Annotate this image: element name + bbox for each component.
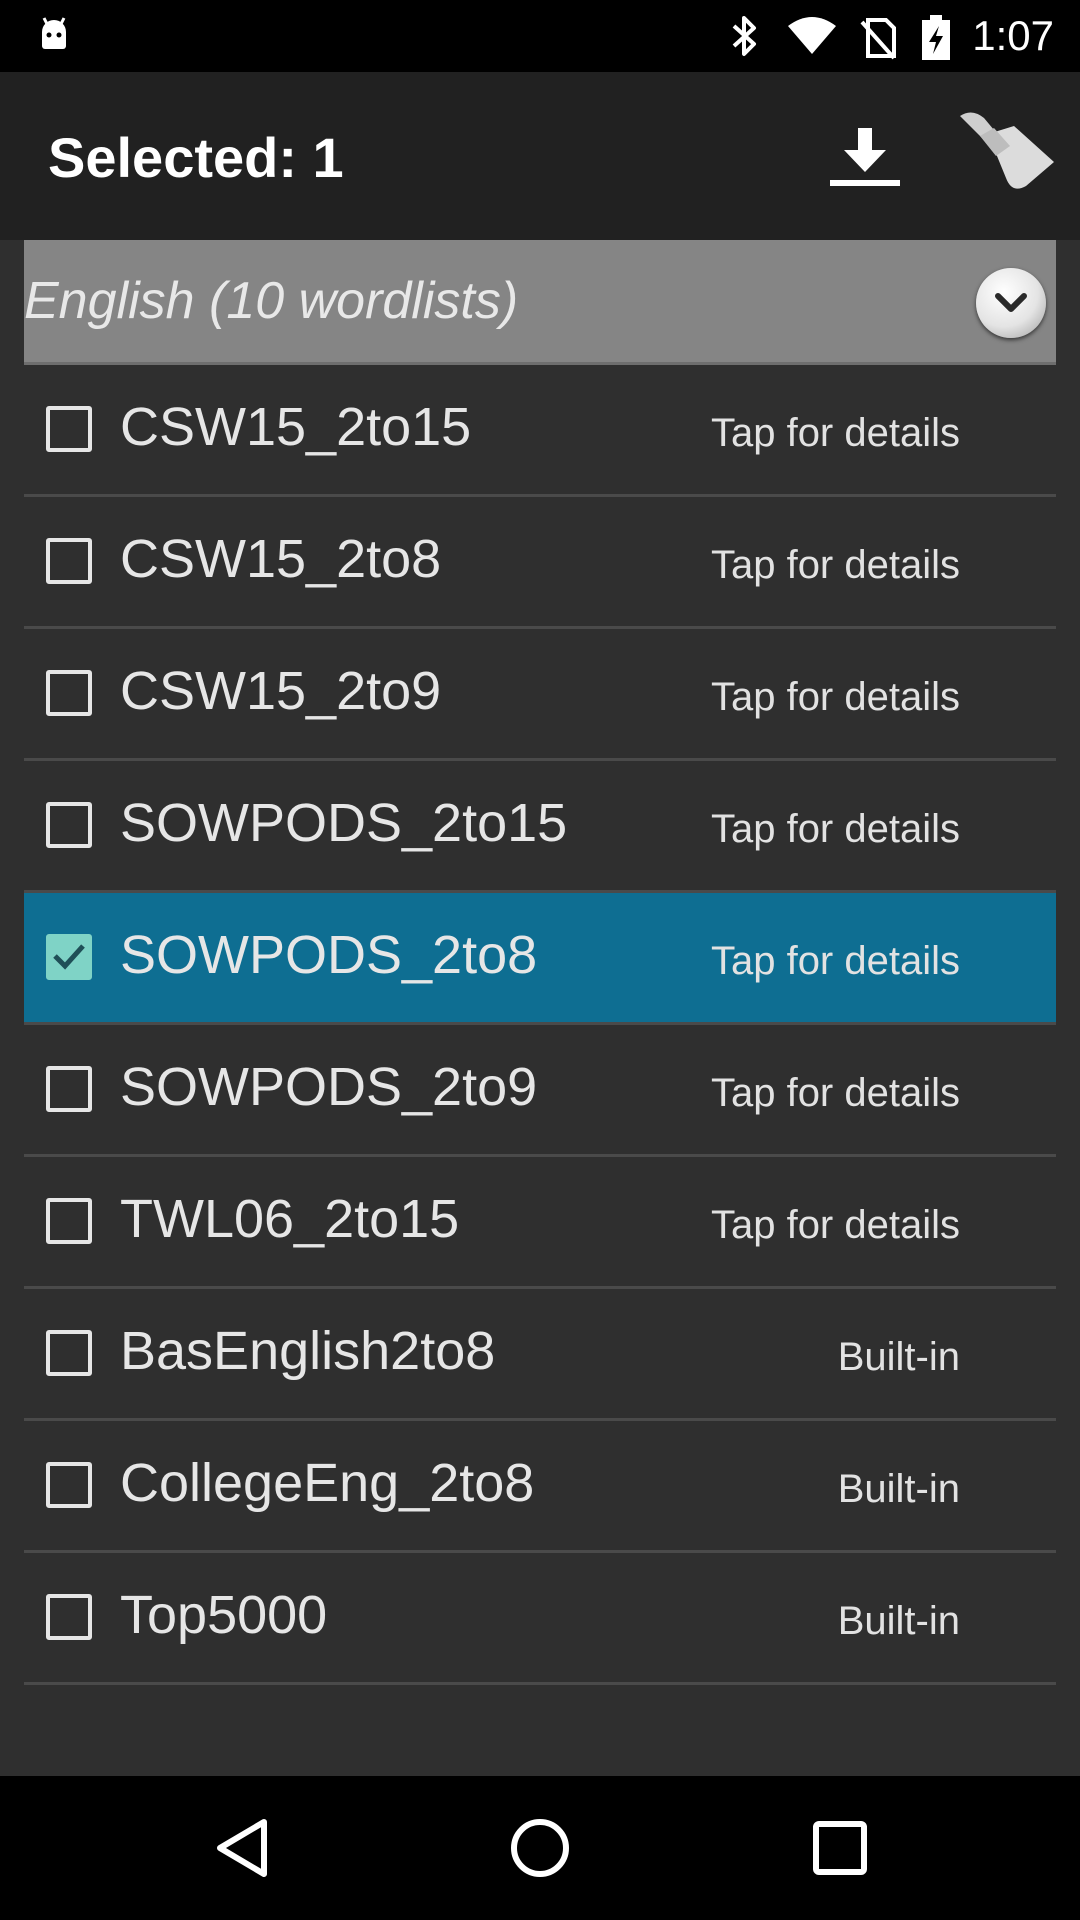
app-bar: Selected: 1 xyxy=(0,72,1080,240)
wordlist-row[interactable]: SOWPODS_2to15 Tap for details xyxy=(24,761,1056,893)
download-icon xyxy=(830,128,900,186)
wordlist-row[interactable]: Top5000 Built-in xyxy=(24,1553,1056,1685)
status-bar: 1:07 xyxy=(0,0,1080,72)
group-header-english[interactable]: English (10 wordlists) xyxy=(24,240,1056,365)
wordlist-detail[interactable]: Tap for details xyxy=(711,805,960,853)
group-expand-button[interactable] xyxy=(976,268,1046,338)
home-icon[interactable] xyxy=(504,1812,576,1884)
wordlist-checkbox[interactable] xyxy=(46,406,92,452)
wordlist-row[interactable]: BasEnglish2to8 Built-in xyxy=(24,1289,1056,1421)
wordlist-name: CSW15_2to8 xyxy=(120,529,442,589)
battery-charging-icon xyxy=(922,15,950,60)
wordlist-detail: Built-in xyxy=(837,1335,960,1379)
back-icon[interactable] xyxy=(206,1812,278,1884)
wordlist-checkbox[interactable] xyxy=(46,670,92,716)
wordlist-name: SOWPODS_2to8 xyxy=(120,925,538,985)
group-title: English (10 wordlists) xyxy=(24,272,519,330)
wordlist-detail[interactable]: Tap for details xyxy=(711,541,960,589)
download-button[interactable] xyxy=(810,102,920,212)
checkmark-icon xyxy=(53,944,85,970)
status-time: 1:07 xyxy=(972,12,1054,59)
wordlist-detail[interactable]: Tap for details xyxy=(711,937,960,985)
selection-count-title: Selected: 1 xyxy=(48,126,344,189)
wordlist-detail: Built-in xyxy=(837,1467,960,1511)
wordlist-name: SOWPODS_2to15 xyxy=(120,793,568,853)
wordlist-checkbox[interactable] xyxy=(46,1462,92,1508)
wordlist-checkbox[interactable] xyxy=(46,1330,92,1376)
wordlist-checkbox[interactable] xyxy=(46,538,92,584)
wordlist-checkbox[interactable] xyxy=(46,1594,92,1640)
wordlist-name: CollegeEng_2to8 xyxy=(120,1453,535,1513)
wordlist-checkbox[interactable] xyxy=(46,1198,92,1244)
wordlist-name: Top5000 xyxy=(120,1585,328,1645)
wordlist-name: TWL06_2to15 xyxy=(120,1189,460,1249)
wordlist-list: CSW15_2to15 Tap for details CSW15_2to8 T… xyxy=(24,365,1056,1685)
wordlist-row[interactable]: CSW15_2to15 Tap for details xyxy=(24,365,1056,497)
wordlist-row[interactable]: CollegeEng_2to8 Built-in xyxy=(24,1421,1056,1553)
wordlist-row[interactable]: TWL06_2to15 Tap for details xyxy=(24,1157,1056,1289)
clear-selection-button[interactable] xyxy=(950,102,1060,212)
wordlist-detail[interactable]: Tap for details xyxy=(711,1069,960,1117)
broom-icon xyxy=(960,112,1054,189)
recents-icon[interactable] xyxy=(804,1812,876,1884)
wordlist-row[interactable]: CSW15_2to9 Tap for details xyxy=(24,629,1056,761)
wordlist-checkbox[interactable] xyxy=(46,1066,92,1112)
wordlist-name: CSW15_2to9 xyxy=(120,661,442,721)
wordlist-detail[interactable]: Tap for details xyxy=(711,1201,960,1249)
bluetooth-icon xyxy=(732,16,756,56)
wordlist-row[interactable]: SOWPODS_2to9 Tap for details xyxy=(24,1025,1056,1157)
android-debug-icon xyxy=(42,17,66,49)
wordlist-detail[interactable]: Tap for details xyxy=(711,409,960,457)
wordlist-name: BasEnglish2to8 xyxy=(120,1321,496,1381)
wordlist-checkbox[interactable] xyxy=(46,802,92,848)
chevron-down-icon xyxy=(995,293,1027,312)
wordlist-row[interactable]: CSW15_2to8 Tap for details xyxy=(24,497,1056,629)
wordlist-detail: Built-in xyxy=(837,1599,960,1643)
screen: 1:07 Selected: 1 English (10 wordlists) xyxy=(0,0,1080,1920)
no-sim-icon xyxy=(860,18,896,60)
navigation-bar xyxy=(0,1776,1080,1920)
wordlist-detail[interactable]: Tap for details xyxy=(711,673,960,721)
wifi-icon xyxy=(788,17,836,54)
wordlist-row[interactable]: SOWPODS_2to8 Tap for details xyxy=(24,893,1056,1025)
wordlist-name: SOWPODS_2to9 xyxy=(120,1057,538,1117)
wordlist-name: CSW15_2to15 xyxy=(120,397,472,457)
wordlist-checkbox[interactable] xyxy=(46,934,92,980)
